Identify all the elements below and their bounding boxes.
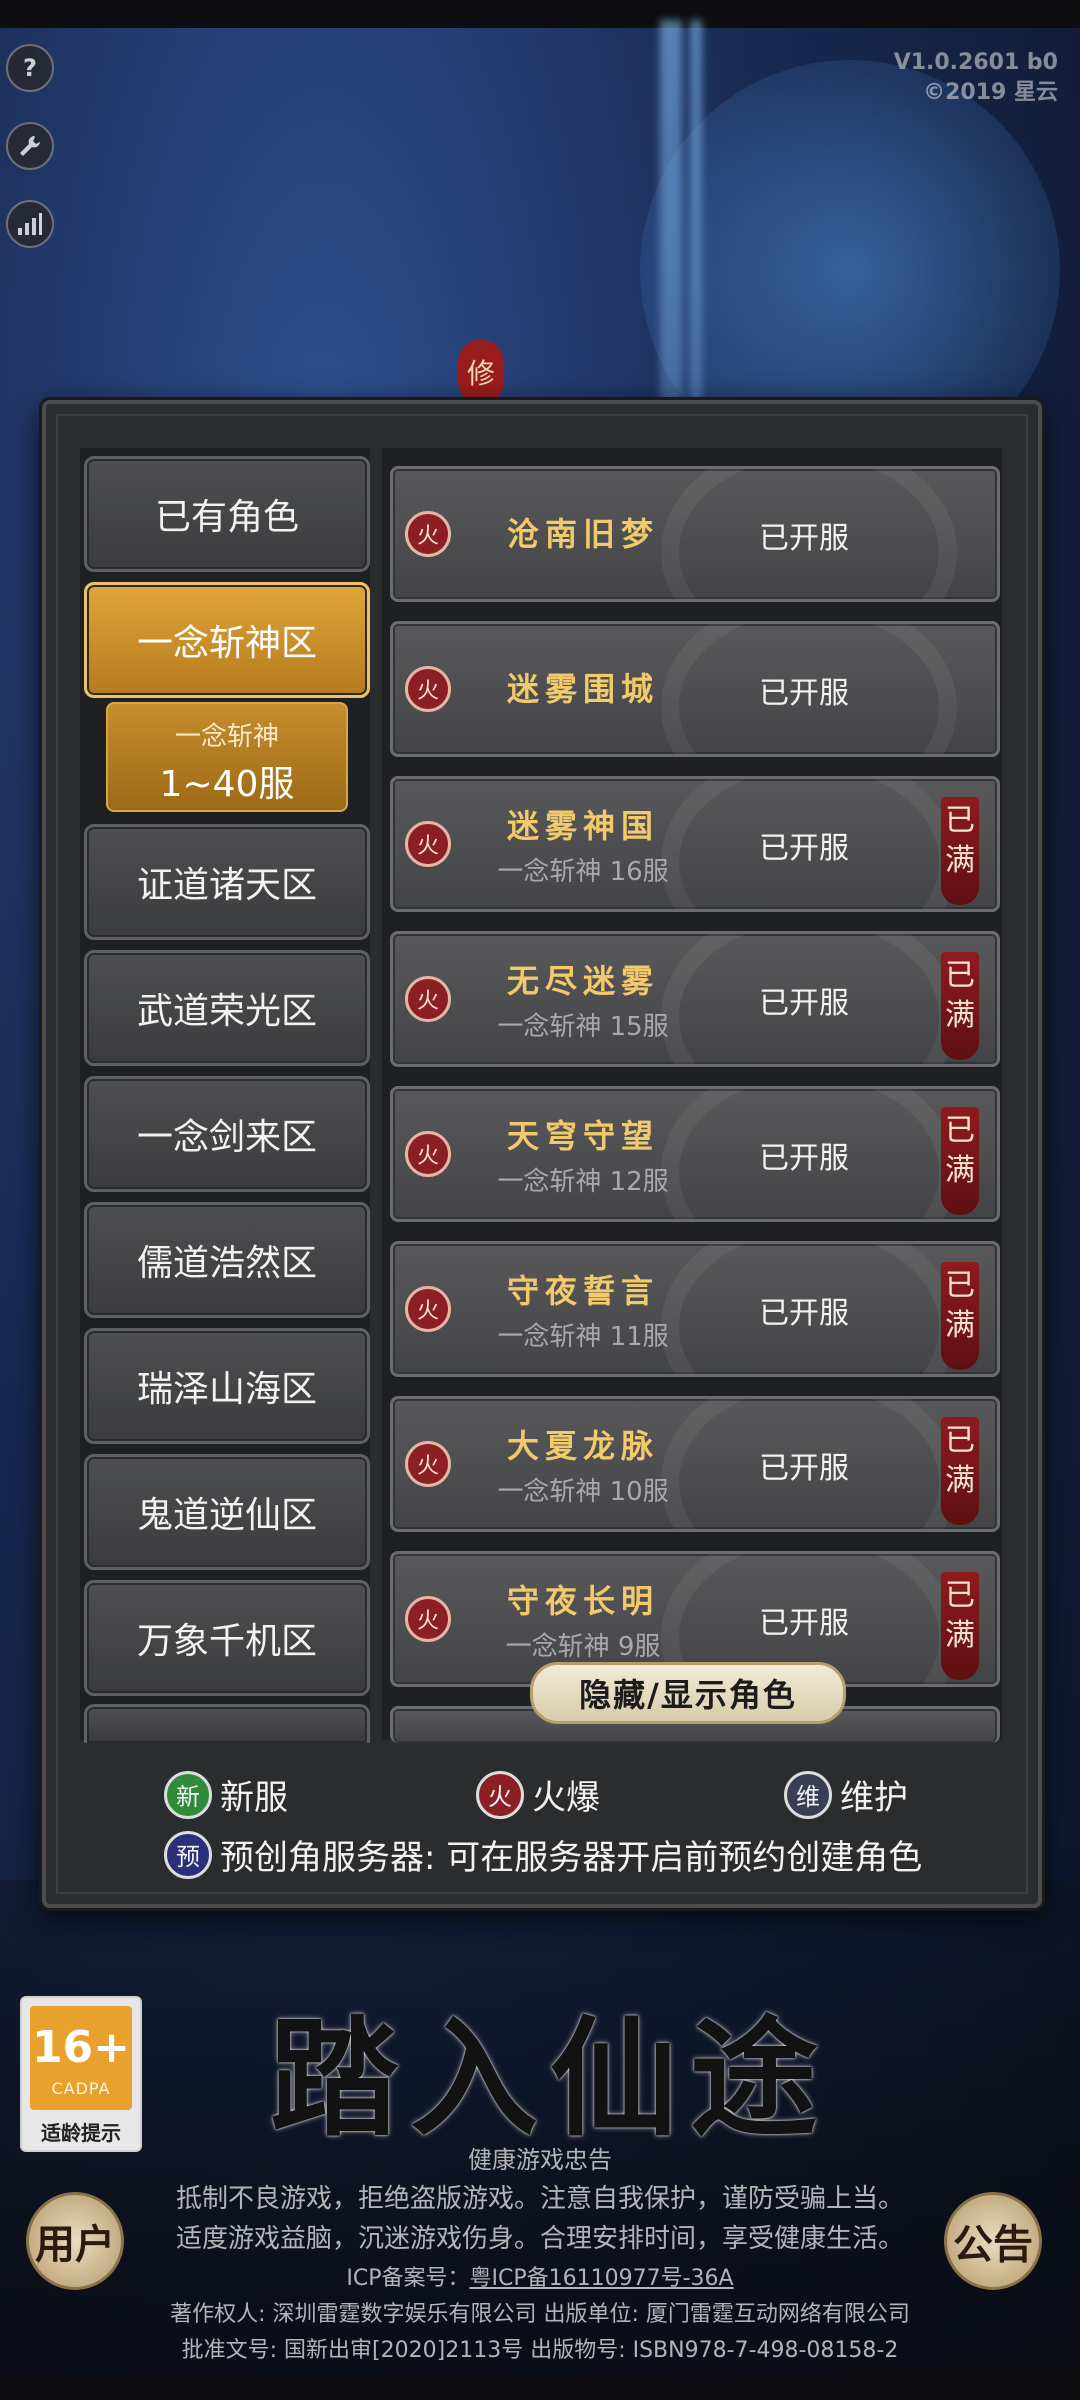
sub-zone-1-40[interactable]: 一念斩神 1~40服: [106, 702, 348, 812]
navigation-bar: [0, 2374, 1080, 2400]
icp-record: ICP备案号：粤ICP备16110977号-36A: [0, 2260, 1080, 2292]
legend-new-label: 新服: [220, 1778, 288, 1818]
server-status: 已开服: [759, 521, 849, 556]
version-label: V1.0.2601 b0 ©2019 星云: [894, 48, 1058, 108]
server-row[interactable]: 火 天穹守望 一念斩神 12服 已开服 已满: [390, 1086, 1000, 1222]
zone-ruize-shanhai[interactable]: 瑞泽山海区: [84, 1328, 370, 1444]
age-rating-badge[interactable]: 16+ CADPA 适龄提示: [20, 1996, 142, 2152]
server-name: 大夏龙脉: [506, 1427, 659, 1465]
server-status: 已开服: [759, 831, 849, 866]
server-name: 沧南旧梦: [506, 515, 659, 553]
new-icon: 新: [164, 1770, 212, 1819]
legend-precreate: 预 预创角服务器: 可在服务器开启前预约创建角色: [164, 1830, 922, 1879]
server-name: 天穹守望: [506, 1117, 659, 1155]
age-rating-box: 16+ CADPA: [30, 2006, 132, 2110]
sub-zone-range: 1~40服: [159, 764, 295, 805]
hot-icon: 火: [405, 976, 451, 1022]
zone-wanxiang-qianji[interactable]: 万象千机区: [84, 1580, 370, 1696]
zone-yinian-jianlai[interactable]: 一念剑来区: [84, 1076, 370, 1192]
approval-info: 批准文号: 国新出审[2020]2113号 出版物号: ISBN978-7-49…: [181, 2338, 899, 2363]
server-status: 已开服: [759, 1141, 849, 1176]
full-tag: 已满: [941, 952, 979, 1060]
server-row[interactable]: 火 迷雾神国 一念斩神 16服 已开服 已满: [390, 776, 1000, 912]
status-bar: [0, 0, 1080, 28]
toggle-roles-button[interactable]: 隐藏/显示角色: [530, 1662, 846, 1724]
server-row[interactable]: 火 大夏龙脉 一念斩神 10服 已开服 已满: [390, 1396, 1000, 1532]
zone-rudao-haoran[interactable]: 儒道浩然区: [84, 1202, 370, 1318]
zone-wudao-rongguang[interactable]: 武道荣光区: [84, 950, 370, 1066]
full-tag: 已满: [941, 797, 979, 905]
server-status: 已开服: [759, 1606, 849, 1641]
server-number: 一念斩神 10服: [497, 1477, 669, 1507]
server-name: 迷雾神国: [506, 807, 659, 845]
zone-next-partial[interactable]: [84, 1704, 370, 1743]
maintenance-icon: 维: [784, 1770, 832, 1819]
enter-game-button[interactable]: 踏入仙途: [270, 1975, 830, 2160]
server-row[interactable]: 火 无尽迷雾 一念斩神 15服 已开服 已满: [390, 931, 1000, 1067]
server-number: 一念斩神 15服: [497, 1012, 669, 1042]
server-number: 一念斩神 11服: [497, 1322, 669, 1352]
health-advice-line1: 抵制不良游戏，拒绝盗版游戏。注意自我保护，谨防受骗上当。: [175, 2184, 904, 2214]
sub-zone-name: 一念斩神: [174, 722, 279, 752]
full-tag: 已满: [941, 1107, 979, 1215]
hot-icon: 火: [405, 1596, 451, 1642]
server-name: 迷雾围城: [506, 670, 659, 708]
title-seal: 修: [458, 340, 504, 404]
hot-icon: 火: [405, 1131, 451, 1177]
server-number: 一念斩神 16服: [497, 857, 669, 887]
signal-icon[interactable]: [6, 200, 54, 248]
zone-existing-roles[interactable]: 已有角色: [84, 456, 370, 572]
hot-icon: 火: [405, 1286, 451, 1332]
zone-guidao-nixian[interactable]: 鬼道逆仙区: [84, 1454, 370, 1570]
full-tag: 已满: [941, 1572, 979, 1680]
legend-hot: 火 火爆: [476, 1770, 600, 1819]
server-number: 一念斩神 9服: [505, 1632, 661, 1662]
server-status: 已开服: [759, 676, 849, 711]
server-row[interactable]: 火 沧南旧梦 已开服: [390, 466, 1000, 602]
zone-zhengdao-zhutian[interactable]: 证道诸天区: [84, 824, 370, 940]
server-status: 已开服: [759, 1451, 849, 1486]
hot-icon: 火: [405, 511, 451, 557]
server-name: 守夜誓言: [506, 1272, 659, 1310]
icp-link[interactable]: 粤ICP备16110977号-36A: [470, 2266, 734, 2291]
copyright-info: 著作权人: 深圳雷霆数字娱乐有限公司 出版单位: 厦门雷霆互动网络有限公司: [170, 2302, 910, 2327]
server-number: 一念斩神 12服: [497, 1167, 669, 1197]
help-icon[interactable]: ?: [6, 44, 54, 92]
zone-yinian-zhanshen[interactable]: 一念斩神区: [84, 582, 370, 698]
hot-icon: 火: [405, 1441, 451, 1487]
hot-icon: 火: [476, 1770, 524, 1819]
wrench-icon[interactable]: [6, 122, 54, 170]
legend-maintenance-label: 维护: [840, 1778, 908, 1818]
hot-icon: 火: [405, 821, 451, 867]
server-status: 已开服: [759, 986, 849, 1021]
legend-precreate-label: 预创角服务器: 可在服务器开启前预约创建角色: [220, 1838, 923, 1878]
legend-new: 新 新服: [164, 1770, 288, 1819]
copyright-label: ©2019 星云: [923, 80, 1058, 105]
legend-maintenance: 维 维护: [784, 1770, 908, 1819]
full-tag: 已满: [941, 1262, 979, 1370]
server-row[interactable]: 火 迷雾围城 已开服: [390, 621, 1000, 757]
health-advice-title: 健康游戏忠告: [468, 2146, 612, 2174]
legend-hot-label: 火爆: [532, 1778, 600, 1818]
hot-icon: 火: [405, 666, 451, 712]
precreate-icon: 预: [164, 1830, 212, 1879]
full-tag: 已满: [941, 1417, 979, 1525]
icp-label: ICP备案号：: [346, 2266, 470, 2291]
health-advice-line2: 适度游戏益脑，沉迷游戏伤身。合理安排时间，享受健康生活。: [175, 2224, 904, 2254]
server-status: 已开服: [759, 1296, 849, 1331]
server-row[interactable]: 火 守夜誓言 一念斩神 11服 已开服 已满: [390, 1241, 1000, 1377]
version-number: V1.0.2601 b0: [893, 50, 1058, 75]
server-name: 守夜长明: [506, 1582, 659, 1620]
cadpa-label: CADPA: [51, 2079, 111, 2098]
server-name: 无尽迷雾: [506, 962, 659, 1000]
age-rating-number: 16+: [31, 2022, 131, 2073]
